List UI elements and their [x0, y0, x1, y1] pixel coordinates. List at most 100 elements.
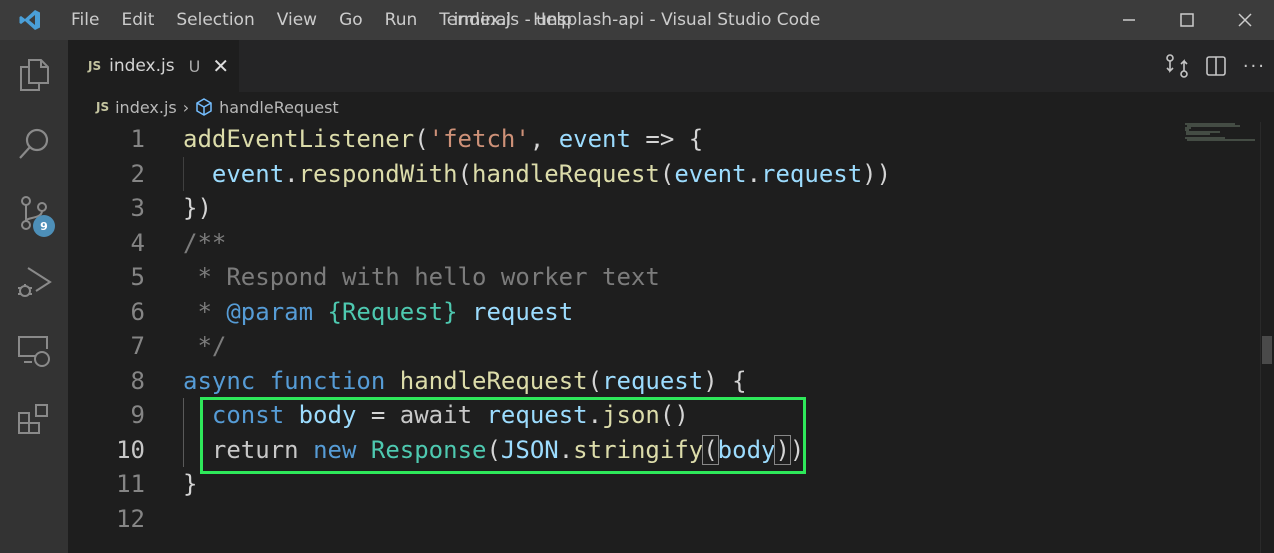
maximize-button[interactable] — [1158, 0, 1216, 40]
more-actions-icon[interactable]: ··· — [1243, 56, 1266, 77]
menu-edit[interactable]: Edit — [110, 10, 165, 30]
menu-run[interactable]: Run — [374, 10, 429, 30]
token-plain: ( — [457, 159, 473, 188]
code-text: event.respondWith(handleRequest(event.re… — [183, 157, 891, 192]
close-window-button[interactable] — [1216, 0, 1274, 40]
symbol-method-icon — [196, 98, 212, 116]
minimize-button[interactable] — [1100, 0, 1158, 40]
token-plain: => { — [630, 125, 704, 153]
title-bar: File Edit Selection View Go Run Terminal Help i… — [0, 0, 1274, 40]
code-line[interactable]: 4 /** — [68, 226, 1254, 261]
highlight-box — [200, 397, 806, 474]
menu-selection[interactable]: Selection — [165, 10, 265, 30]
menu-view[interactable]: View — [266, 10, 328, 30]
vscode-logo-icon — [0, 0, 60, 40]
token-func: handleRequest — [399, 366, 588, 395]
token-comment — [458, 298, 472, 326]
token-plain: ( — [659, 159, 675, 188]
breadcrumb: JS index.js › handleRequest — [96, 92, 339, 122]
token-keyword: async — [183, 366, 256, 395]
token-keyword: @param — [226, 297, 314, 326]
line-number: 11 — [116, 470, 145, 498]
token-comment: * Respond with hello worker text — [183, 263, 660, 291]
code-text: } — [183, 467, 197, 502]
token-var: event — [558, 125, 631, 153]
token-plain: ( — [414, 125, 429, 153]
menu-help[interactable]: Help — [522, 10, 583, 30]
token-keyword: function — [269, 366, 386, 395]
code-text: */ — [183, 329, 226, 364]
token-func: respondWith — [298, 159, 458, 188]
source-control-button[interactable]: 9 — [0, 178, 68, 247]
menu-terminal[interactable]: Terminal — [428, 10, 522, 30]
code-line[interactable]: 2 event.respondWith(handleRequest(event.… — [68, 157, 1254, 192]
token-comment: * — [183, 297, 227, 326]
minimap[interactable] — [1185, 123, 1255, 143]
scrollbar-thumb[interactable] — [1262, 336, 1272, 364]
token-func: handleRequest — [472, 159, 660, 188]
token-plain: ( — [587, 366, 603, 395]
split-editor-icon[interactable] — [1205, 55, 1227, 77]
debug-icon — [18, 266, 52, 297]
token-plain: ) { — [703, 366, 747, 395]
line-number: 12 — [116, 504, 145, 533]
code-line[interactable]: 12 — [68, 502, 1254, 537]
tab-bar: JS index.js U ✕ ··· — [68, 40, 1274, 92]
code-line[interactable]: 8 async function handleRequest(request) { — [68, 364, 1254, 399]
token-var: event — [211, 159, 285, 188]
breadcrumb-file[interactable]: index.js — [115, 98, 177, 117]
code-line[interactable]: 5 * Respond with hello worker text — [68, 260, 1254, 295]
token-plain: . — [746, 159, 762, 188]
tab-index-js[interactable]: JS index.js U ✕ — [68, 40, 239, 92]
code-text: * Respond with hello worker text — [183, 260, 660, 295]
line-number: 1 — [130, 125, 145, 153]
token-comment: /** — [183, 228, 227, 257]
code-line[interactable]: 1 addEventListener('fetch', event => { — [68, 122, 1254, 157]
line-number: 7 — [130, 332, 145, 360]
menu-go[interactable]: Go — [328, 10, 374, 30]
line-number: 3 — [130, 194, 145, 222]
code-line[interactable]: 7 */ — [68, 329, 1254, 364]
explorer-button[interactable] — [0, 40, 68, 109]
code-text: addEventListener('fetch', event => { — [183, 122, 703, 157]
code-line[interactable]: 6 * @param {Request} request — [68, 295, 1254, 330]
extensions-button[interactable] — [0, 385, 68, 454]
tab-label: index.js — [109, 56, 175, 76]
js-file-icon: JS — [88, 59, 102, 73]
files-icon — [20, 58, 49, 91]
search-button[interactable] — [0, 109, 68, 178]
token-plain: )) — [862, 159, 892, 188]
line-number: 5 — [130, 263, 145, 291]
open-changes-icon[interactable] — [1165, 54, 1189, 78]
close-tab-icon[interactable]: ✕ — [212, 54, 229, 78]
activity-bar: 9 — [0, 40, 68, 553]
menu-bar: File Edit Selection View Go Run Terminal Help — [60, 10, 583, 30]
code-text: async function handleRequest(request) { — [183, 364, 747, 399]
token-func: addEventListener — [183, 125, 415, 153]
token-var: request — [761, 159, 863, 188]
code-text: /** — [183, 226, 226, 261]
code-editor[interactable]: 1 addEventListener('fetch', event => {2 e… — [68, 122, 1254, 553]
line-number: 9 — [130, 401, 145, 429]
code-line[interactable]: 3}) — [68, 191, 1254, 226]
search-icon — [19, 128, 49, 159]
line-number: 2 — [130, 159, 145, 188]
line-number: 8 — [130, 366, 145, 395]
scm-badge: 9 — [33, 215, 55, 237]
code-text: }) — [183, 191, 212, 226]
token-var: request — [602, 366, 704, 395]
untracked-status: U — [188, 56, 201, 76]
token-comment: */ — [183, 332, 227, 360]
token-var: event — [674, 159, 747, 188]
run-debug-button[interactable] — [0, 247, 68, 316]
token-var: request — [472, 297, 574, 326]
menu-file[interactable]: File — [60, 10, 110, 30]
breadcrumb-symbol[interactable]: handleRequest — [219, 98, 339, 117]
token-string: 'fetch' — [428, 125, 530, 153]
token-plain: , — [529, 125, 559, 153]
line-number: 10 — [116, 435, 145, 464]
remote-explorer-button[interactable] — [0, 316, 68, 385]
